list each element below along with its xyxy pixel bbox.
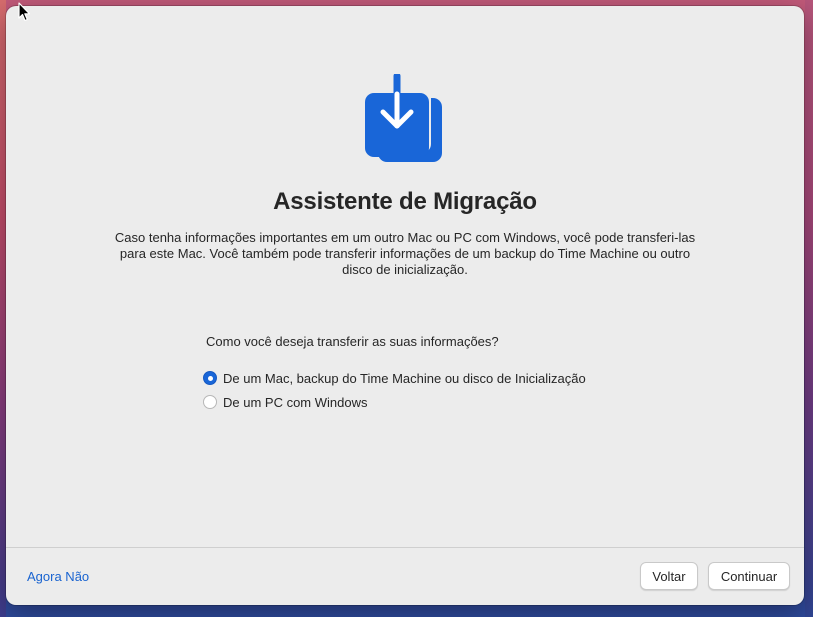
description-text: Caso tenha informações importantes em um… xyxy=(96,230,714,278)
description-line: disco de inicialização. xyxy=(342,262,468,277)
description-line: Caso tenha informações importantes em um… xyxy=(114,230,696,245)
option-from-windows-pc[interactable]: De um PC com Windows xyxy=(203,393,367,411)
option-label: De um Mac, backup do Time Machine ou dis… xyxy=(223,370,586,386)
page-title: Assistente de Migração xyxy=(273,188,537,215)
option-from-mac[interactable]: De um Mac, backup do Time Machine ou dis… xyxy=(203,369,586,387)
footer-divider xyxy=(6,547,804,548)
radio-button-selected[interactable] xyxy=(203,371,217,385)
description-line: para este Mac. Você também pode transfer… xyxy=(119,246,691,261)
back-button[interactable]: Voltar xyxy=(640,562,698,590)
mouse-pointer-icon xyxy=(18,2,31,22)
migration-assistant-window: Assistente de Migração Caso tenha inform… xyxy=(6,6,804,605)
not-now-link[interactable]: Agora Não xyxy=(27,569,89,584)
desktop-wallpaper-right xyxy=(805,0,813,617)
radio-button-unselected[interactable] xyxy=(203,395,217,409)
transfer-question: Como você deseja transferir as suas info… xyxy=(206,334,499,349)
option-label: De um PC com Windows xyxy=(223,394,368,410)
continue-button[interactable]: Continuar xyxy=(708,562,790,590)
migration-assistant-icon xyxy=(365,74,442,162)
